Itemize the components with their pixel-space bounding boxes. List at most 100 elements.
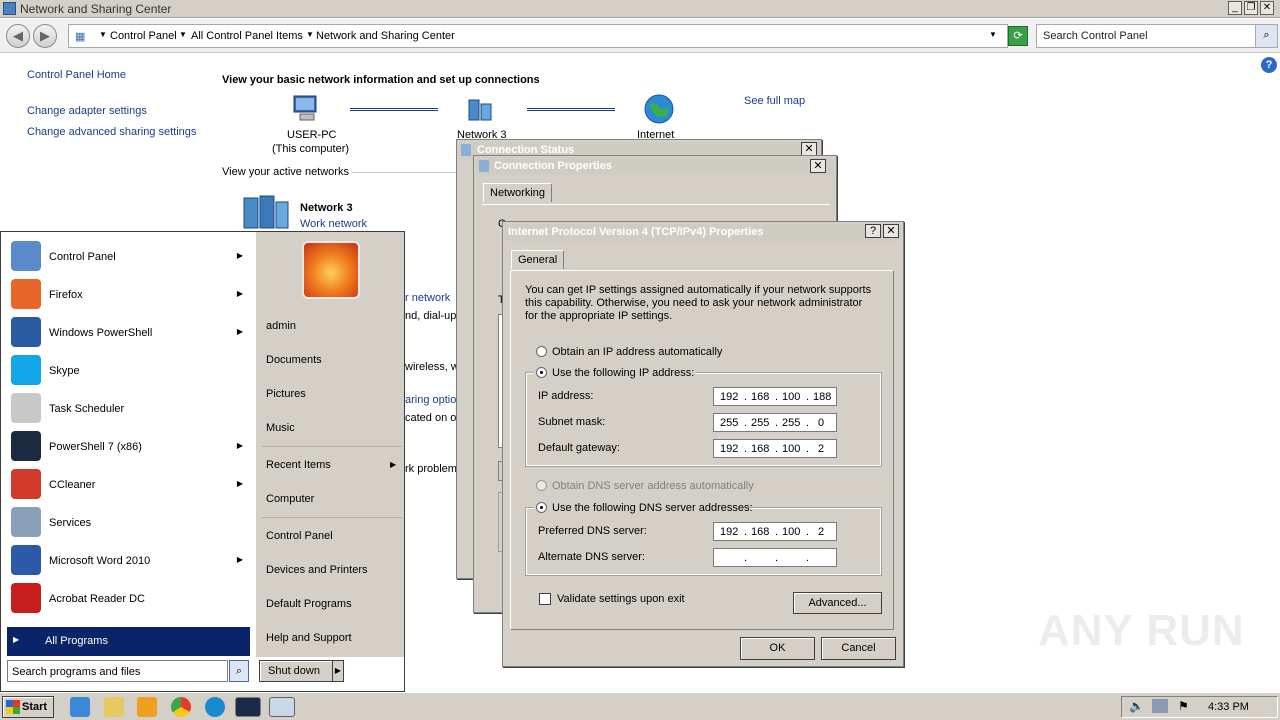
chevron-down-icon[interactable]: ▼ — [306, 30, 314, 39]
network-center-taskbar-icon[interactable] — [269, 697, 295, 717]
change-sharing-link[interactable]: Change advanced sharing settings — [27, 126, 196, 138]
places-pictures[interactable]: Pictures — [266, 388, 306, 400]
radio-auto-dns[interactable] — [536, 480, 547, 491]
see-full-map-link[interactable]: See full map — [744, 95, 805, 107]
tab-general[interactable]: General — [511, 250, 565, 269]
clock[interactable]: 4:33 PM — [1208, 701, 1249, 713]
restore-button[interactable]: ❐ — [1244, 1, 1258, 15]
dialog-title: Internet Protocol Version 4 (TCP/IPv4) P… — [508, 226, 764, 238]
back-button[interactable]: ◀ — [6, 24, 30, 48]
ip-address-field[interactable]: 192. 168. 100. 188 — [713, 387, 837, 406]
start-program-item[interactable]: CCleaner ▶ — [9, 468, 249, 502]
subnet-mask-field[interactable]: 255. 255. 255. 0 — [713, 413, 837, 432]
start-program-item[interactable]: Skype — [9, 354, 249, 388]
start-program-item[interactable]: Microsoft Word 2010 ▶ — [9, 544, 249, 578]
tab-networking[interactable]: Networking — [483, 183, 553, 202]
breadcrumb-control-panel[interactable]: Control Panel — [110, 30, 177, 42]
refresh-icon[interactable]: ⟳ — [1008, 26, 1028, 46]
minimize-button[interactable]: _ — [1228, 1, 1242, 15]
cancel-button[interactable]: Cancel — [821, 637, 896, 660]
divider — [262, 446, 402, 447]
all-programs-button[interactable]: ▶ All Programs — [7, 627, 250, 656]
places-help-support[interactable]: Help and Support — [266, 632, 352, 644]
validate-checkbox[interactable] — [539, 593, 551, 605]
gears-icon — [11, 507, 41, 537]
mask-octet: 0 — [818, 417, 825, 429]
search-input[interactable]: Search Control Panel ⌕ — [1036, 24, 1278, 48]
watermark: ANY RUN — [1038, 606, 1245, 655]
places-computer[interactable]: Computer — [266, 493, 314, 505]
ie-icon[interactable] — [70, 697, 90, 717]
radio-use-ip[interactable] — [536, 367, 547, 378]
alternate-dns-field[interactable]: . . . — [713, 548, 837, 567]
validate-label: Validate settings upon exit — [557, 593, 685, 605]
user-avatar[interactable] — [302, 241, 360, 299]
close-button[interactable]: ✕ — [801, 142, 817, 156]
breadcrumb-all-items[interactable]: All Control Panel Items — [191, 30, 303, 42]
ok-button[interactable]: OK — [740, 637, 815, 660]
volume-icon[interactable]: 🔈 — [1129, 699, 1144, 713]
edge-icon[interactable] — [205, 697, 225, 717]
advanced-button[interactable]: Advanced... — [793, 592, 882, 614]
change-adapter-link[interactable]: Change adapter settings — [27, 105, 147, 117]
control-panel-home-link[interactable]: Control Panel Home — [27, 69, 126, 81]
start-program-item[interactable]: Firefox ▶ — [9, 278, 249, 312]
steam-icon[interactable] — [235, 697, 261, 717]
places-music[interactable]: Music — [266, 422, 295, 434]
start-program-item[interactable]: Acrobat Reader DC — [9, 582, 249, 616]
explorer-icon[interactable] — [104, 697, 124, 717]
chevron-down-icon[interactable]: ▼ — [99, 30, 107, 39]
start-button[interactable]: Start — [2, 696, 54, 718]
search-icon[interactable]: ⌕ — [229, 660, 249, 682]
window-titlebar: Network and Sharing Center _ ❐ ✕ — [0, 0, 1280, 18]
start-program-item[interactable]: Windows PowerShell ▶ — [9, 316, 249, 350]
shutdown-button[interactable]: Shut down — [259, 660, 333, 682]
breadcrumb-network-center[interactable]: Network and Sharing Center — [316, 30, 455, 42]
start-program-label: Services — [49, 517, 92, 529]
start-program-item[interactable]: Services — [9, 506, 249, 540]
radio-use-dns[interactable] — [536, 502, 547, 513]
partial-text: wireless, w — [405, 361, 459, 373]
preferred-dns-field[interactable]: 192. 168. 100. 2 — [713, 522, 837, 541]
chrome-icon[interactable] — [171, 697, 191, 717]
close-button[interactable]: ✕ — [1260, 1, 1274, 15]
start-program-item[interactable]: Control Panel ▶ — [9, 240, 249, 274]
address-dropdown-icon[interactable]: ▼ — [989, 30, 997, 39]
start-program-label: Skype — [49, 365, 80, 377]
forward-button[interactable]: ▶ — [33, 24, 57, 48]
places-documents[interactable]: Documents — [266, 354, 322, 366]
address-bar[interactable]: ▦ ▼ Control Panel ▼ All Control Panel It… — [68, 24, 1008, 48]
gateway-field[interactable]: 192. 168. 100. 2 — [713, 439, 837, 458]
active-networks-label: View your active networks — [222, 166, 349, 178]
places-default-programs[interactable]: Default Programs — [266, 598, 352, 610]
preferred-dns-label: Preferred DNS server: — [538, 525, 647, 537]
places-recent-items[interactable]: Recent Items — [266, 459, 331, 471]
mask-octet: 255 — [751, 417, 770, 429]
partial-link[interactable]: aring optio — [405, 394, 456, 406]
computer-icon — [290, 94, 322, 122]
all-programs-label: All Programs — [45, 635, 108, 647]
close-button[interactable]: ✕ — [883, 224, 899, 238]
active-network-type-link[interactable]: Work network — [300, 218, 367, 230]
chevron-down-icon[interactable]: ▼ — [179, 30, 187, 39]
ip-address-label: IP address: — [538, 390, 594, 402]
start-program-item[interactable]: PowerShell 7 (x86) ▶ — [9, 430, 249, 464]
network-tray-icon[interactable] — [1152, 699, 1168, 713]
help-icon[interactable]: ? — [1261, 57, 1277, 73]
start-search-input[interactable]: Search programs and files — [7, 660, 228, 682]
start-label: Start — [22, 701, 48, 713]
start-program-item[interactable]: Task Scheduler — [9, 392, 249, 426]
help-button[interactable]: ? — [865, 224, 881, 238]
close-button[interactable]: ✕ — [810, 159, 826, 173]
partial-link[interactable]: r network — [405, 292, 450, 304]
places-devices-printers[interactable]: Devices and Printers — [266, 564, 368, 576]
media-player-icon[interactable] — [137, 697, 157, 717]
radio-auto-ip[interactable] — [536, 346, 547, 357]
places-admin[interactable]: admin — [266, 320, 296, 332]
shutdown-options-arrow[interactable]: ▶ — [332, 660, 344, 682]
firefox-icon — [11, 279, 41, 309]
window-title: Network and Sharing Center — [20, 2, 172, 16]
search-icon[interactable]: ⌕ — [1255, 25, 1277, 47]
flag-icon[interactable]: ⚑ — [1178, 699, 1189, 713]
places-control-panel[interactable]: Control Panel — [266, 530, 333, 542]
